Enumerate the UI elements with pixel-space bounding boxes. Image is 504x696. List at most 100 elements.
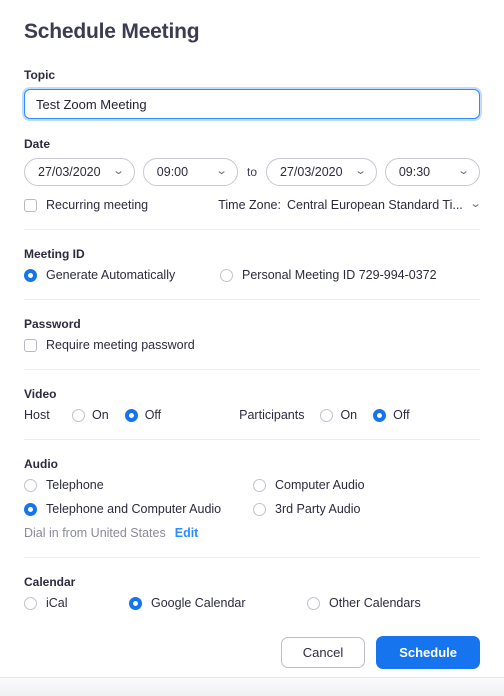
radio-icon (24, 502, 37, 516)
radio-google-calendar[interactable]: Google Calendar (129, 596, 307, 610)
divider (24, 369, 480, 370)
radio-label: Off (393, 408, 410, 422)
end-date-dropdown[interactable]: 27/03/2020 ⌄ (266, 158, 377, 186)
radio-icon (124, 408, 138, 422)
radio-label: iCal (46, 596, 68, 610)
radio-icon (129, 596, 142, 610)
schedule-button[interactable]: Schedule (376, 636, 480, 669)
end-time-dropdown[interactable]: 09:30 ⌄ (384, 158, 481, 186)
radio-label: On (92, 408, 109, 422)
edit-dial-in-link[interactable]: Edit (175, 526, 199, 540)
password-label: Password (24, 317, 81, 331)
radio-ical[interactable]: iCal (24, 596, 129, 610)
start-date-value: 27/03/2020 (38, 165, 101, 179)
radio-host-video-off[interactable]: Off (124, 408, 162, 422)
radio-label: Generate Automatically (46, 268, 176, 282)
meeting-id-section: Meeting ID Generate Automatically Person… (24, 247, 480, 282)
radio-icon (24, 478, 37, 492)
divider (24, 229, 480, 230)
radio-icon (253, 478, 266, 492)
radio-other-calendars[interactable]: Other Calendars (307, 596, 421, 610)
audio-label: Audio (24, 457, 58, 471)
radio-telephone-and-computer-audio[interactable]: Telephone and Computer Audio (24, 502, 253, 516)
video-host-label: Host (24, 408, 50, 422)
divider (24, 299, 480, 300)
date-label: Date (24, 137, 51, 151)
require-password-label: Require meeting password (46, 338, 195, 352)
meeting-id-label: Meeting ID (24, 247, 85, 261)
audio-options-row-1: Telephone Computer Audio (24, 478, 480, 492)
chevron-down-icon: ⌄ (469, 197, 482, 210)
video-row: Host On Off Participants On Off (24, 408, 480, 422)
topic-input[interactable] (22, 87, 482, 121)
divider (24, 557, 480, 558)
dial-in-text: Dial in from United States (24, 526, 166, 540)
topic-label: Topic (24, 68, 56, 82)
radio-icon (24, 268, 37, 282)
calendar-options: iCal Google Calendar Other Calendars (24, 596, 480, 610)
date-section: Date 27/03/2020 ⌄ 09:00 ⌄ to 27/03/2020 … (24, 137, 482, 212)
end-date-value: 27/03/2020 (280, 165, 343, 179)
password-section: Password Require meeting password (24, 317, 480, 352)
radio-computer-audio[interactable]: Computer Audio (253, 478, 365, 492)
dialog-actions: Cancel Schedule (24, 636, 480, 677)
audio-section: Audio Telephone Computer Audio Telephone… (24, 457, 480, 540)
radio-label: Computer Audio (275, 478, 365, 492)
audio-options-row-2: Telephone and Computer Audio 3rd Party A… (24, 502, 480, 516)
calendar-section: Calendar iCal Google Calendar Other Cale… (24, 575, 480, 610)
require-password-checkbox[interactable]: Require meeting password (24, 338, 480, 352)
dial-in-row: Dial in from United States Edit (24, 526, 480, 540)
start-time-dropdown[interactable]: 09:00 ⌄ (142, 158, 238, 186)
recurring-meeting-checkbox[interactable]: Recurring meeting (24, 198, 148, 212)
cancel-button[interactable]: Cancel (280, 637, 366, 668)
dialog-content: Schedule Meeting Topic Date 27/03/2020 ⌄… (0, 0, 504, 677)
radio-icon (320, 408, 334, 422)
start-time-value: 09:00 (156, 165, 189, 179)
radio-label: On (340, 408, 358, 422)
schedule-meeting-dialog: Schedule Meeting Topic Date 27/03/2020 ⌄… (0, 0, 504, 696)
dialog-footer-strip (0, 677, 504, 696)
date-sub-row: Recurring meeting Time Zone: Central Eur… (24, 197, 482, 212)
chevron-down-icon: ⌄ (457, 164, 470, 177)
radio-host-video-on[interactable]: On (72, 408, 109, 422)
timezone-dropdown[interactable]: Time Zone: Central European Standard Ti.… (218, 197, 482, 212)
radio-telephone[interactable]: Telephone (24, 478, 253, 492)
radio-participants-video-off[interactable]: Off (373, 408, 410, 422)
radio-label: Telephone (46, 478, 104, 492)
video-section: Video Host On Off Participants On Off (24, 387, 480, 422)
checkbox-box-icon (24, 198, 37, 212)
radio-label: Personal Meeting ID 729-994-0372 (242, 268, 437, 282)
to-label: to (247, 165, 258, 179)
date-row: 27/03/2020 ⌄ 09:00 ⌄ to 27/03/2020 ⌄ 09:… (24, 158, 481, 186)
chevron-down-icon: ⌄ (215, 164, 228, 177)
radio-label: Off (144, 408, 162, 422)
timezone-label: Time Zone: (218, 198, 281, 212)
chevron-down-icon: ⌄ (111, 164, 125, 177)
radio-3rd-party-audio[interactable]: 3rd Party Audio (253, 502, 360, 516)
video-participants-label: Participants (239, 408, 305, 422)
video-label: Video (24, 387, 57, 401)
radio-icon (24, 596, 37, 610)
start-date-dropdown[interactable]: 27/03/2020 ⌄ (24, 158, 135, 186)
calendar-label: Calendar (24, 575, 76, 589)
radio-participants-video-on[interactable]: On (320, 408, 357, 422)
meeting-id-options: Generate Automatically Personal Meeting … (24, 268, 480, 282)
radio-label: Telephone and Computer Audio (46, 502, 222, 516)
radio-personal-meeting-id[interactable]: Personal Meeting ID 729-994-0372 (220, 268, 437, 282)
radio-generate-automatically[interactable]: Generate Automatically (24, 268, 220, 282)
radio-icon (220, 268, 233, 282)
recurring-meeting-label: Recurring meeting (46, 198, 149, 212)
radio-icon (72, 408, 85, 422)
radio-icon (307, 596, 320, 610)
radio-icon (373, 408, 387, 422)
radio-label: 3rd Party Audio (275, 502, 361, 516)
end-time-value: 09:30 (398, 165, 431, 179)
chevron-down-icon: ⌄ (353, 164, 367, 177)
timezone-value: Central European Standard Ti... (286, 198, 463, 212)
radio-icon (253, 502, 266, 516)
topic-section: Topic (22, 68, 482, 121)
radio-label: Google Calendar (151, 596, 246, 610)
radio-label: Other Calendars (329, 596, 421, 610)
checkbox-box-icon (24, 338, 37, 352)
divider (24, 439, 480, 440)
